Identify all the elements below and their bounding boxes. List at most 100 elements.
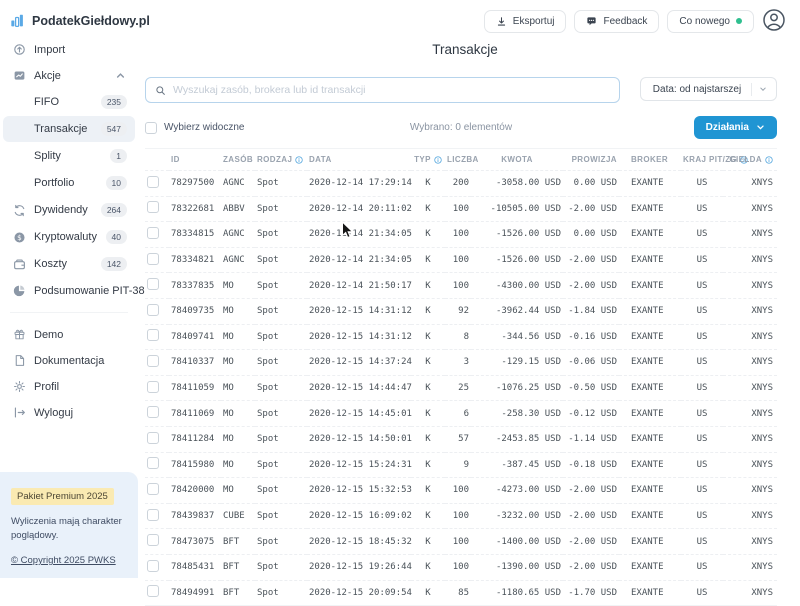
cell-liczba: 57 bbox=[445, 426, 471, 452]
cell-prowizja: -0.18 USD bbox=[563, 452, 619, 478]
cell-kraj: US bbox=[681, 452, 723, 478]
info-icon[interactable] bbox=[765, 156, 773, 164]
cell-typ: K bbox=[411, 222, 445, 248]
cell-zasob: MO bbox=[221, 350, 255, 376]
sidebar-item-kryptowaluty[interactable]: $Kryptowaluty40 bbox=[3, 224, 135, 250]
row-checkbox[interactable] bbox=[147, 406, 159, 418]
cell-rodzaj: Spot bbox=[255, 324, 307, 350]
row-checkbox[interactable] bbox=[147, 278, 159, 290]
cell-liczba: 100 bbox=[445, 554, 471, 580]
row-checkbox[interactable] bbox=[147, 355, 159, 367]
sidebar-item-akcje[interactable]: Akcje bbox=[3, 63, 135, 88]
cell-liczba: 100 bbox=[445, 196, 471, 222]
copyright-link[interactable]: © Copyright 2025 PWKS bbox=[11, 555, 116, 566]
header-checkbox-spacer bbox=[145, 149, 169, 171]
pit-summary-icon bbox=[13, 284, 26, 297]
cell-kwota: -4273.00 USD bbox=[471, 478, 563, 504]
sidebar-item-koszty[interactable]: Koszty142 bbox=[3, 251, 135, 277]
column-header-prowizja: PROWIZJA bbox=[563, 149, 619, 171]
row-checkbox[interactable] bbox=[147, 201, 159, 213]
cell-id: 78411284 bbox=[169, 426, 221, 452]
cell-prowizja: -2.00 USD bbox=[563, 478, 619, 504]
cell-zasob: MO bbox=[221, 426, 255, 452]
cell-rodzaj: Spot bbox=[255, 503, 307, 529]
cell-gielda: XNYS bbox=[723, 478, 777, 504]
cell-broker: EXANTE bbox=[619, 298, 681, 324]
sidebar-item-profil[interactable]: Profil bbox=[3, 374, 135, 399]
search-box bbox=[145, 77, 620, 103]
row-checkbox[interactable] bbox=[147, 483, 159, 495]
cell-prowizja: -1.14 USD bbox=[563, 426, 619, 452]
cell-broker: EXANTE bbox=[619, 426, 681, 452]
sidebar-item-portfolio[interactable]: Portfolio10 bbox=[3, 170, 135, 196]
column-label: BROKER bbox=[631, 155, 668, 164]
sidebar-item-splity[interactable]: Splity 1 bbox=[3, 143, 135, 169]
new-indicator-dot bbox=[736, 18, 742, 24]
sidebar-item-podsumowanie-pit-38[interactable]: Podsumowanie PIT-38 bbox=[3, 278, 135, 303]
search-input[interactable] bbox=[173, 84, 610, 96]
sidebar-item-transakcje[interactable]: Transakcje547 bbox=[3, 116, 135, 142]
sidebar-secondary-group: Demo Dokumentacja ProfilWyloguj bbox=[0, 322, 138, 425]
sidebar-item-label: Portfolio bbox=[34, 177, 98, 189]
actions-button[interactable]: Działania bbox=[694, 116, 777, 139]
sidebar-item-fifo[interactable]: FIFO235 bbox=[3, 89, 135, 115]
row-checkbox[interactable] bbox=[147, 585, 159, 597]
sidebar-footer: Pakiet Premium 2025 Wyliczenia mają char… bbox=[0, 472, 138, 578]
column-label: KWOTA bbox=[501, 155, 533, 164]
cell-id: 78337835 bbox=[169, 273, 221, 299]
info-icon[interactable] bbox=[434, 156, 442, 164]
table-row: 78439837CUBESpot2020-12-15 16:09:02K100-… bbox=[145, 503, 777, 529]
cell-broker: EXANTE bbox=[619, 247, 681, 273]
feedback-button[interactable]: Feedback bbox=[574, 10, 659, 33]
cell-zasob: MO bbox=[221, 273, 255, 299]
sidebar-item-dokumentacja[interactable]: Dokumentacja bbox=[3, 348, 135, 373]
cell-gielda: XNYS bbox=[723, 375, 777, 401]
main-content: Transakcje Data: od najstarszej Wybierz … bbox=[145, 36, 785, 606]
sidebar-item-label: Dokumentacja bbox=[34, 355, 127, 367]
user-avatar-button[interactable] bbox=[762, 8, 786, 35]
row-checkbox[interactable] bbox=[147, 176, 159, 188]
cell-id: 78410337 bbox=[169, 350, 221, 376]
sidebar-item-import[interactable]: Import bbox=[3, 37, 135, 62]
cell-kraj: US bbox=[681, 426, 723, 452]
sort-dropdown[interactable]: Data: od najstarszej bbox=[640, 77, 777, 101]
cell-id: 78485431 bbox=[169, 554, 221, 580]
cell-kwota: -3962.44 USD bbox=[471, 298, 563, 324]
cell-gielda: XNYS bbox=[723, 350, 777, 376]
row-checkbox[interactable] bbox=[147, 560, 159, 572]
sidebar-item-demo[interactable]: Demo bbox=[3, 322, 135, 347]
count-badge: 1 bbox=[110, 149, 127, 163]
cell-data: 2020-12-15 14:31:12 bbox=[307, 324, 411, 350]
whats-new-button[interactable]: Co nowego bbox=[667, 10, 754, 33]
row-checkbox[interactable] bbox=[147, 534, 159, 546]
cell-kraj: US bbox=[681, 375, 723, 401]
row-checkbox[interactable] bbox=[147, 329, 159, 341]
sidebar-item-label: Import bbox=[34, 44, 127, 56]
cell-kwota: -10505.00 USD bbox=[471, 196, 563, 222]
table-row: 78411059MOSpot2020-12-15 14:44:47K25-107… bbox=[145, 375, 777, 401]
row-checkbox[interactable] bbox=[147, 509, 159, 521]
export-button[interactable]: Eksportuj bbox=[484, 10, 567, 33]
cell-kwota: -1526.00 USD bbox=[471, 222, 563, 248]
row-checkbox[interactable] bbox=[147, 381, 159, 393]
topbar: PodatekGiełdowy.pl EksportujFeedbackCo n… bbox=[0, 0, 800, 36]
sidebar-item-wyloguj[interactable]: Wyloguj bbox=[3, 400, 135, 425]
cell-typ: K bbox=[411, 529, 445, 555]
info-icon[interactable] bbox=[295, 156, 303, 164]
cell-gielda: XNYS bbox=[723, 452, 777, 478]
row-checkbox[interactable] bbox=[147, 432, 159, 444]
cell-zasob: MO bbox=[221, 452, 255, 478]
cell-id: 78297500 bbox=[169, 171, 221, 197]
row-checkbox[interactable] bbox=[147, 304, 159, 316]
cell-rodzaj: Spot bbox=[255, 350, 307, 376]
cell-liczba: 25 bbox=[445, 375, 471, 401]
row-checkbox[interactable] bbox=[147, 227, 159, 239]
select-visible-checkbox[interactable] bbox=[145, 122, 157, 134]
table-row: 78411284MOSpot2020-12-15 14:50:01K57-245… bbox=[145, 426, 777, 452]
row-checkbox[interactable] bbox=[147, 457, 159, 469]
cell-rodzaj: Spot bbox=[255, 375, 307, 401]
cell-typ: K bbox=[411, 478, 445, 504]
sidebar-item-label: Splity bbox=[34, 150, 102, 162]
row-checkbox[interactable] bbox=[147, 253, 159, 265]
sidebar-item-dywidendy[interactable]: Dywidendy264 bbox=[3, 197, 135, 223]
